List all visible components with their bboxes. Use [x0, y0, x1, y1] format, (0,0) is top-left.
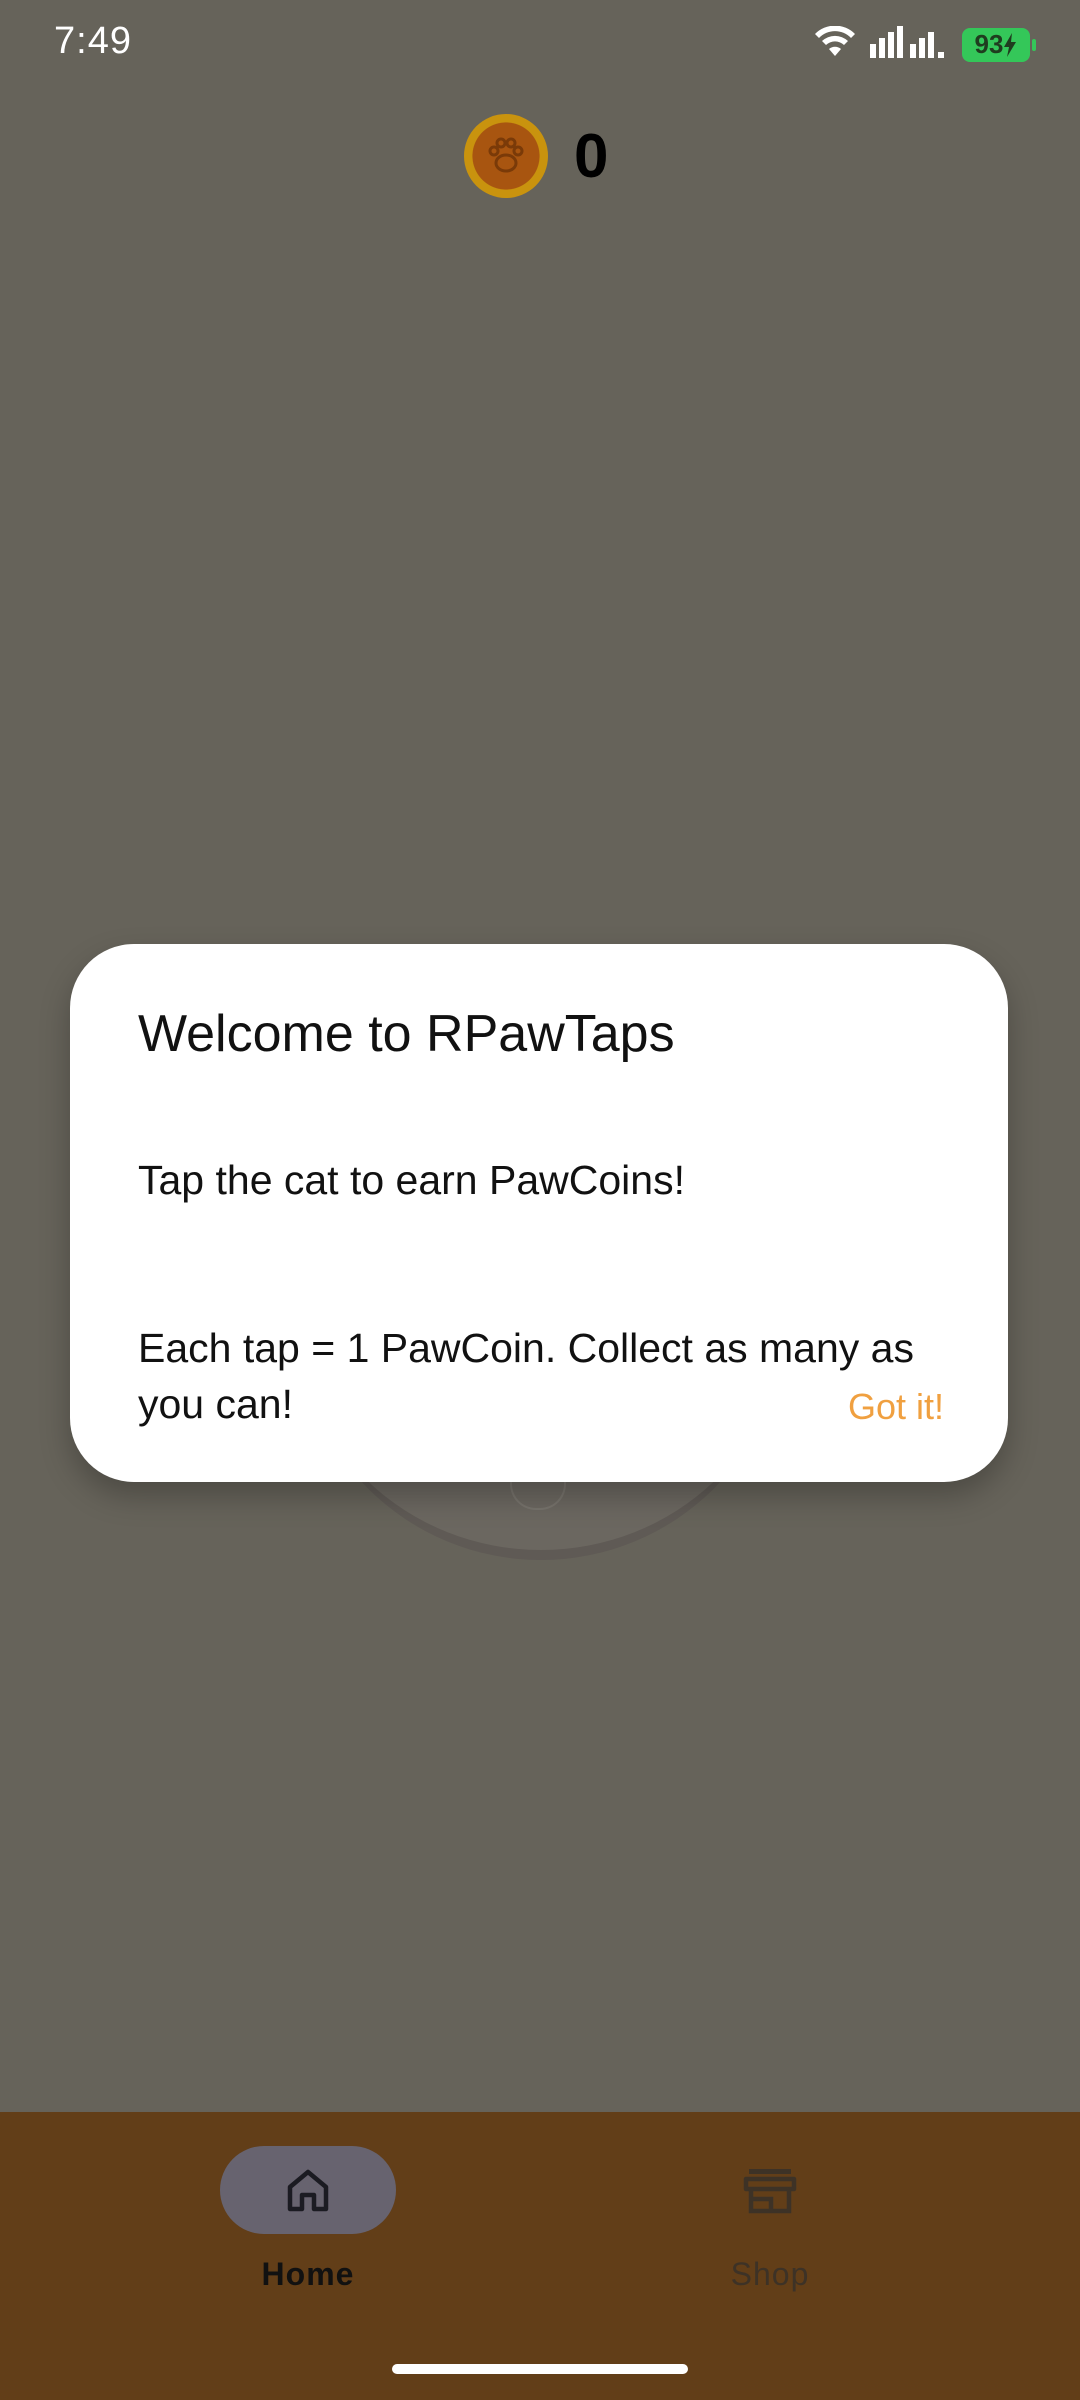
shop-icon	[743, 2169, 797, 2214]
status-bar: 7:49 93	[0, 0, 1080, 90]
nav-item-home[interactable]: Home	[208, 2146, 408, 2293]
bottom-navigation: Home Shop	[0, 2112, 1080, 2400]
dialog-message: Tap the cat to earn PawCoins! Each tap =…	[138, 1096, 938, 1488]
got-it-button[interactable]: Got it!	[848, 1386, 944, 1428]
charging-icon	[1004, 32, 1017, 57]
home-icon	[287, 2169, 329, 2212]
coin-count: 0	[574, 121, 609, 191]
pawcoin-icon	[464, 114, 548, 198]
status-icons: 93	[814, 25, 1036, 63]
nav-shop-indicator	[682, 2146, 858, 2234]
welcome-dialog: Welcome to RPawTaps Tap the cat to earn …	[70, 944, 1008, 1482]
coin-counter: 0	[464, 114, 608, 198]
status-time: 7:49	[54, 20, 132, 62]
nav-home-label: Home	[261, 2256, 355, 2292]
nav-shop-label: Shop	[730, 2256, 810, 2292]
wifi-icon	[814, 25, 856, 63]
dialog-message-line1: Tap the cat to earn PawCoins!	[138, 1157, 685, 1203]
battery-level: 93	[974, 29, 1004, 59]
nav-item-shop[interactable]: Shop	[670, 2146, 870, 2293]
dialog-message-line2: Each tap = 1 PawCoin. Collect as many as…	[138, 1325, 914, 1427]
nav-home-indicator	[220, 2146, 396, 2234]
battery-icon: 93	[962, 27, 1036, 62]
dialog-title: Welcome to RPawTaps	[138, 1005, 675, 1063]
home-gesture-bar[interactable]	[392, 2364, 688, 2374]
signal-icon	[870, 26, 948, 63]
